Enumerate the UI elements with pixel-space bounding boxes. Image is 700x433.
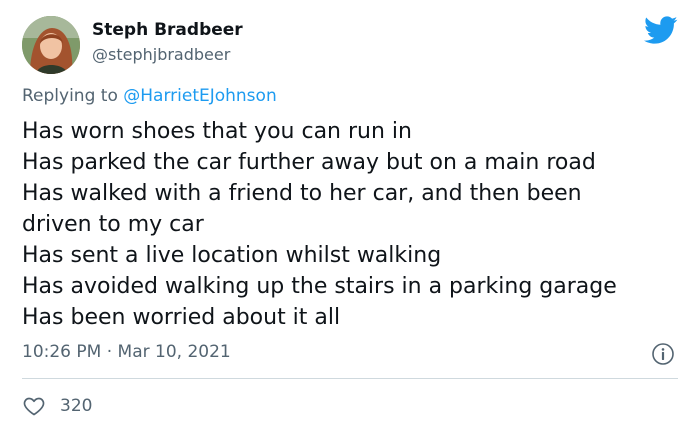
- profile-photo-icon: [22, 16, 80, 74]
- heart-icon: [23, 397, 45, 416]
- reply-mention-link[interactable]: @HarrietEJohnson: [123, 86, 276, 106]
- tweet-body-line: Has sent a live location whilst walking: [22, 243, 442, 268]
- user-display-name[interactable]: Steph Bradbeer: [92, 20, 243, 40]
- tweet-card: Steph Bradbeer @stephjbradbeer Replying …: [0, 0, 700, 433]
- tweet-time: 10:26 PM: [22, 342, 102, 362]
- tweet-body-line: Has walked with a friend to her car, and…: [22, 181, 582, 206]
- twitter-bird-icon[interactable]: [644, 16, 678, 46]
- tweet-body: Has worn shoes that you can run in Has p…: [22, 116, 692, 333]
- tweet-timestamp[interactable]: 10:26 PM · Mar 10, 2021: [22, 342, 231, 362]
- reply-prefix: Replying to: [22, 86, 124, 106]
- tweet-body-line: Has worn shoes that you can run in: [22, 119, 412, 144]
- tweet-body-line: Has parked the car further away but on a…: [22, 150, 596, 175]
- like-button[interactable]: 320: [22, 394, 92, 418]
- reply-context: Replying to @HarrietEJohnson: [22, 86, 277, 106]
- user-handle[interactable]: @stephjbradbeer: [92, 45, 230, 64]
- info-icon[interactable]: [651, 342, 675, 366]
- tweet-body-line: Has avoided walking up the stairs in a p…: [22, 274, 617, 299]
- like-count: 320: [60, 396, 93, 416]
- divider: [22, 378, 678, 379]
- tweet-body-line: driven to my car: [22, 212, 204, 237]
- tweet-date: Mar 10, 2021: [117, 342, 231, 362]
- avatar[interactable]: [22, 16, 80, 74]
- timestamp-separator: ·: [101, 342, 118, 362]
- tweet-body-line: Has been worried about it all: [22, 305, 341, 330]
